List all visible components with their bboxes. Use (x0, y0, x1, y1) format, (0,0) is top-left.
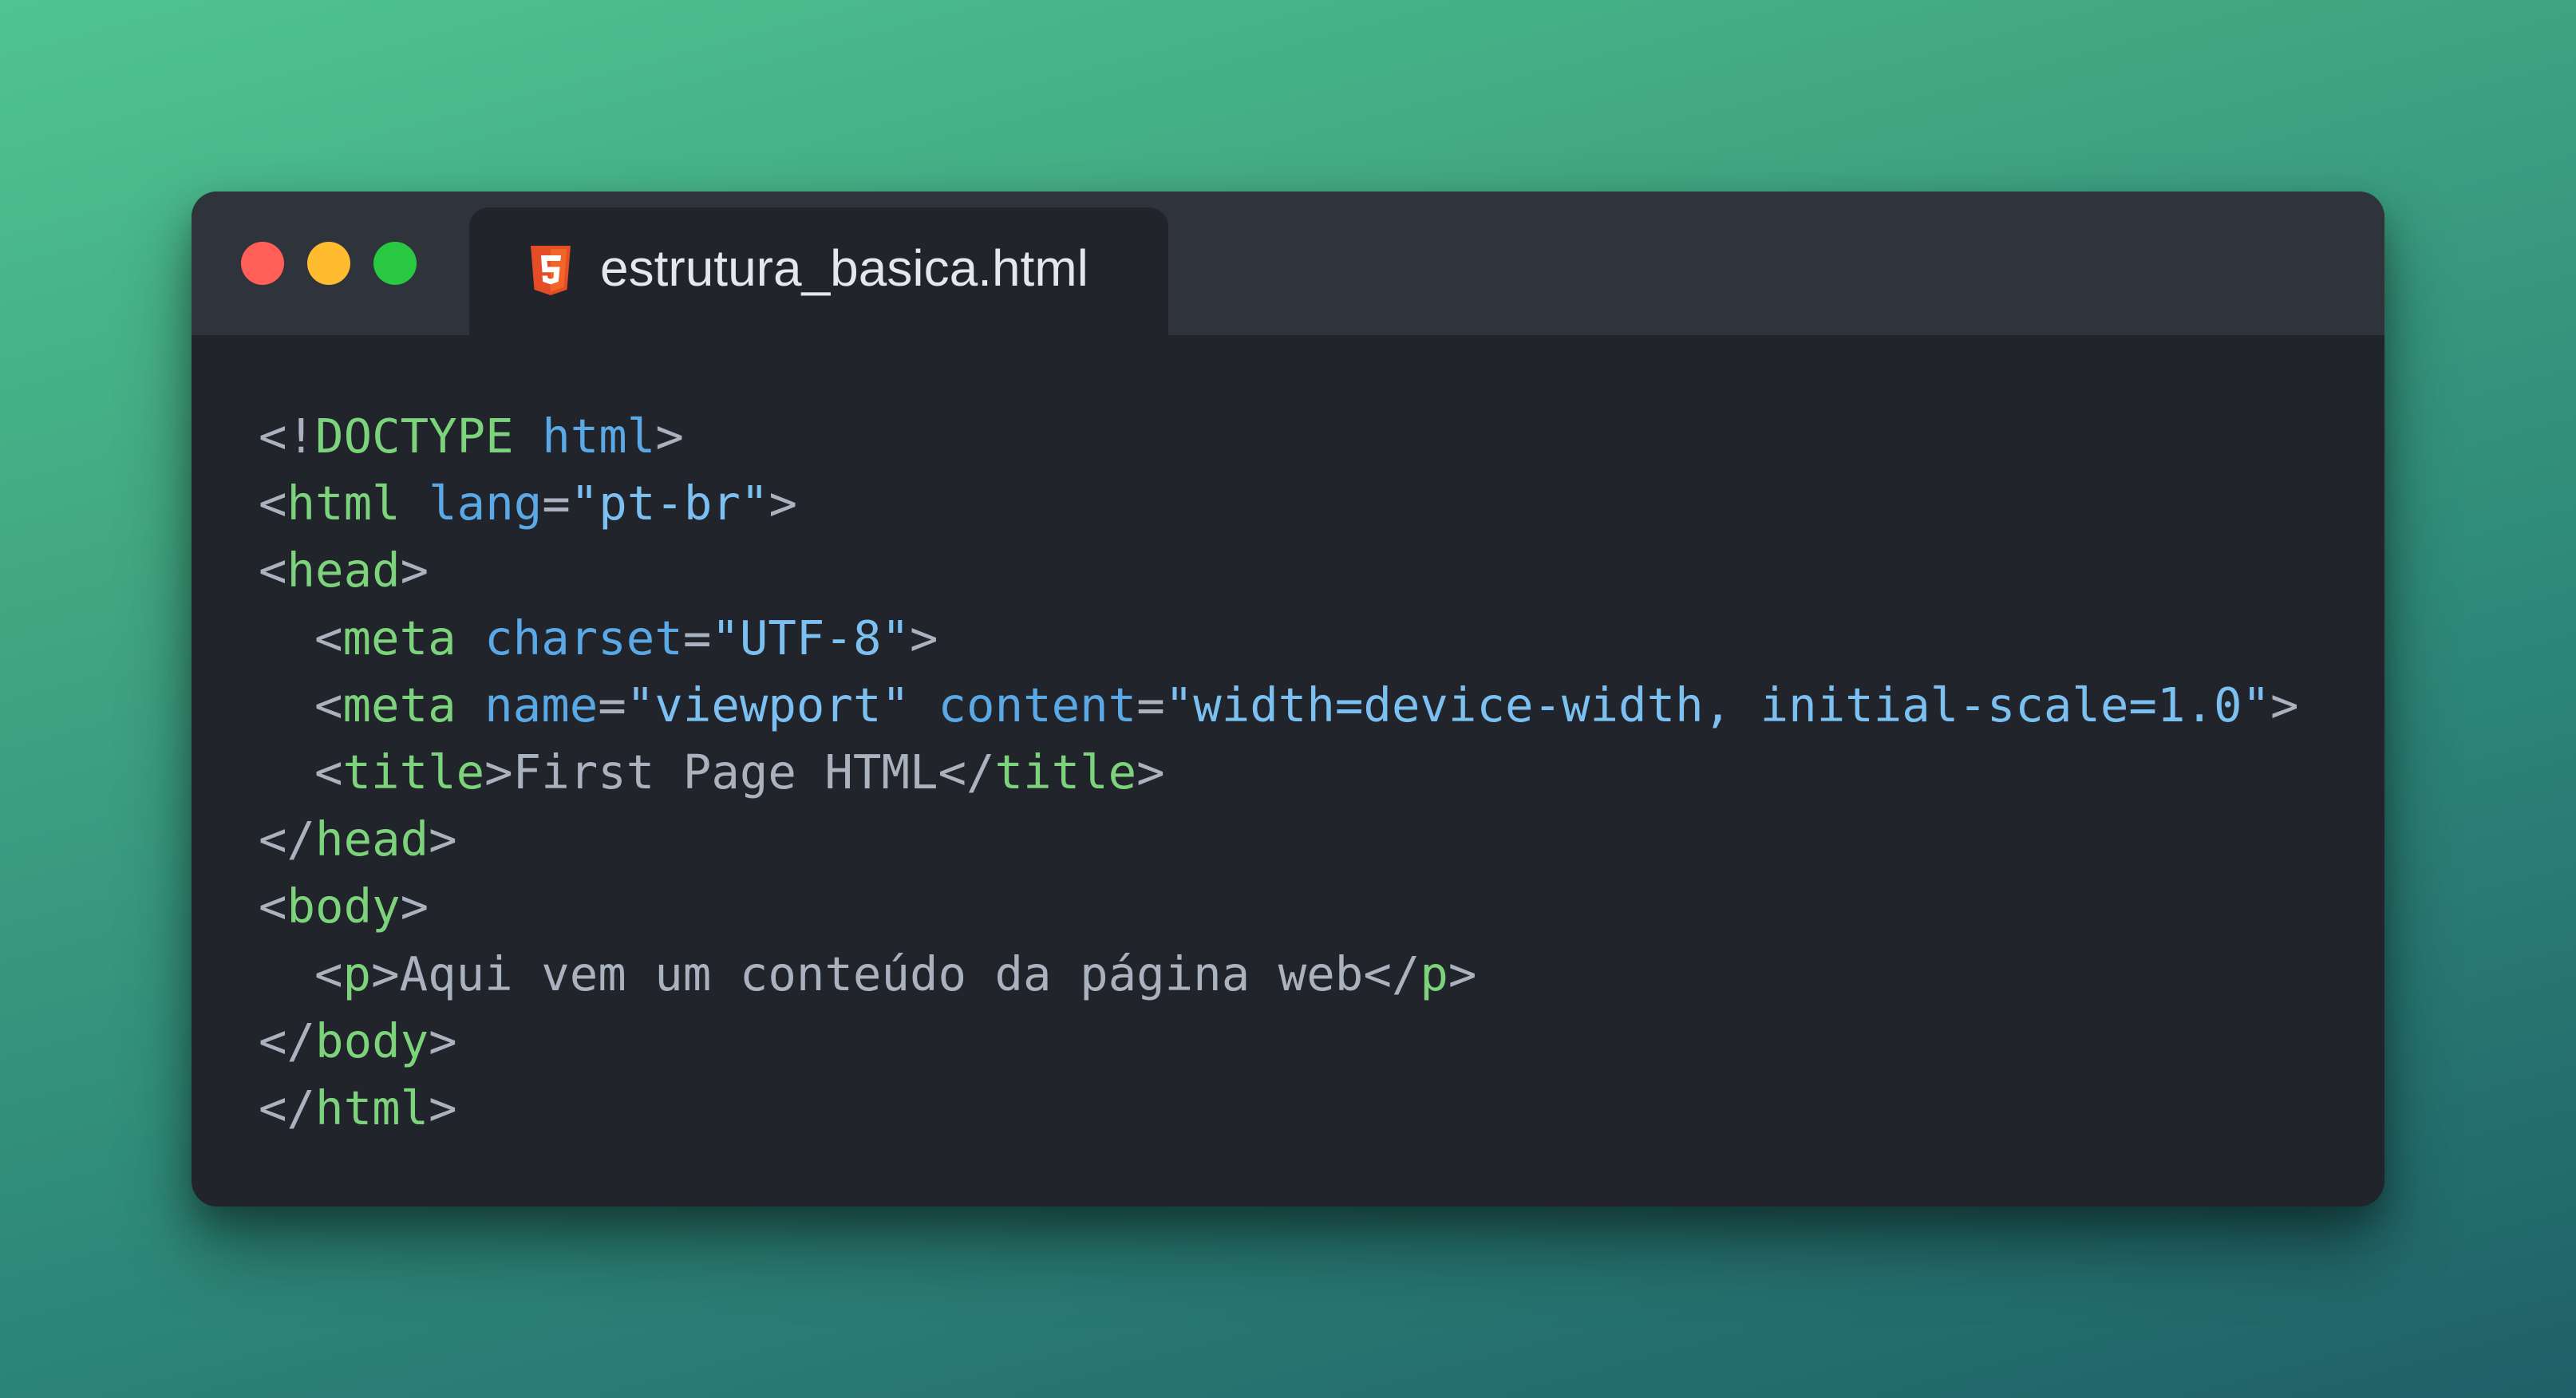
code-text: First Page HTML (512, 744, 938, 800)
code-tag: body (286, 879, 401, 934)
code-tag: title (342, 744, 485, 800)
code-punctuation: > (1136, 744, 1165, 800)
code-tag: head (286, 543, 401, 598)
code-punctuation: < (314, 744, 343, 800)
code-tag: title (994, 744, 1137, 800)
code-punctuation (456, 677, 485, 733)
code-punctuation: > (655, 409, 684, 464)
code-punctuation: > (429, 1013, 457, 1068)
code-attribute: content (938, 677, 1137, 733)
code-attribute: html (542, 409, 656, 464)
code-punctuation: < (314, 946, 343, 1001)
code-punctuation: = (1136, 677, 1165, 733)
code-editor[interactable]: <!DOCTYPE html> <html lang="pt-br"> <head>… (259, 403, 2299, 1142)
code-text: Aqui vem um conteúdo da página web (399, 946, 1364, 1001)
code-punctuation: > (484, 744, 513, 800)
code-punctuation: < (314, 610, 343, 665)
code-line: </head> (259, 806, 2299, 873)
title-bar: estrutura_basica.html (192, 192, 2384, 337)
code-punctuation: = (682, 610, 712, 665)
code-line: <html lang="pt-br"> (259, 470, 2299, 537)
code-punctuation: > (400, 543, 429, 598)
code-punctuation: > (429, 812, 457, 867)
code-tag: DOCTYPE (315, 409, 514, 464)
code-punctuation: < (314, 677, 343, 733)
code-line: <meta charset="UTF-8"> (259, 605, 2299, 672)
code-punctuation: </ (259, 1013, 316, 1068)
code-tag: meta (342, 610, 456, 665)
code-line: <head> (259, 537, 2299, 604)
code-punctuation (910, 677, 938, 733)
minimize-window-button[interactable] (307, 242, 350, 285)
code-punctuation (514, 409, 543, 464)
code-punctuation: > (910, 610, 938, 665)
code-tag: body (315, 1013, 429, 1068)
code-punctuation: > (429, 1080, 457, 1135)
code-attribute: charset (484, 610, 683, 665)
code-tag: p (1420, 946, 1448, 1001)
code-punctuation: < (259, 879, 287, 934)
file-tab[interactable]: estrutura_basica.html (469, 207, 1168, 337)
code-punctuation: > (400, 879, 429, 934)
code-attribute: lang (429, 476, 543, 531)
code-punctuation: </ (259, 1080, 316, 1135)
code-punctuation: > (371, 946, 400, 1001)
maximize-window-button[interactable] (373, 242, 417, 285)
code-punctuation (456, 610, 485, 665)
code-line: <body> (259, 873, 2299, 940)
code-string: "width=device-width, initial-scale=1.0" (1164, 677, 2271, 733)
code-line: <p>Aqui vem um conteúdo da página web</p… (259, 941, 2299, 1008)
code-punctuation: < (259, 476, 287, 531)
code-string: "UTF-8" (711, 610, 910, 665)
code-attribute: name (484, 677, 599, 733)
code-string: "viewport" (626, 677, 910, 733)
code-punctuation: </ (938, 744, 995, 800)
code-tag: html (315, 1080, 429, 1135)
code-punctuation: </ (259, 812, 316, 867)
code-tag: p (342, 946, 372, 1001)
code-line: <!DOCTYPE html> (259, 403, 2299, 470)
code-line: <title>First Page HTML</title> (259, 739, 2299, 806)
code-tag: head (315, 812, 429, 867)
code-punctuation: > (2270, 677, 2299, 733)
code-punctuation (401, 476, 429, 531)
code-string: "pt-br" (570, 476, 769, 531)
close-window-button[interactable] (241, 242, 284, 285)
code-punctuation: > (1448, 946, 1477, 1001)
code-tag: meta (342, 677, 456, 733)
code-punctuation: = (598, 677, 626, 733)
html5-icon (527, 244, 575, 298)
code-punctuation: </ (1363, 946, 1420, 1001)
code-tag: html (286, 476, 401, 531)
code-window: estrutura_basica.html <!DOCTYPE html> <ht… (192, 192, 2384, 1206)
tab-filename: estrutura_basica.html (600, 239, 1088, 297)
code-line: <meta name="viewport" content="width=dev… (259, 672, 2299, 739)
code-punctuation: < (259, 543, 287, 598)
code-line: </body> (259, 1008, 2299, 1075)
code-line: </html> (259, 1075, 2299, 1142)
code-punctuation: = (542, 476, 571, 531)
code-punctuation: > (768, 476, 797, 531)
code-punctuation: <! (259, 409, 316, 464)
